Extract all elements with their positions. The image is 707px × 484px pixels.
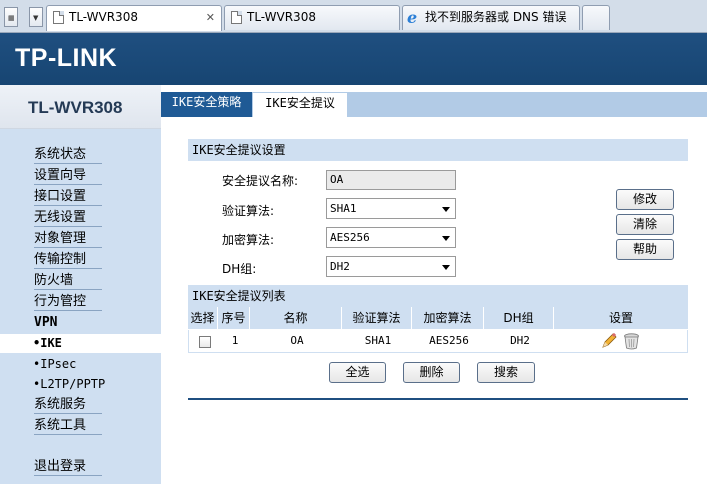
nav-item-interface[interactable]: 接口设置 — [34, 188, 102, 206]
nav-item-tools[interactable]: 系统工具 — [34, 417, 102, 435]
browser-tab-strip: ▦ ▼ TL-WVR308 ✕ TL-WVR308 e 找不到服务器或 DNS … — [0, 0, 707, 33]
delete-trash-icon[interactable] — [623, 332, 640, 350]
column-header-auth: 验证算法 — [342, 307, 412, 329]
ie-icon: e — [407, 8, 418, 27]
row-enc: AES256 — [429, 334, 469, 347]
column-header-enc: 加密算法 — [412, 307, 484, 329]
close-tab-icon[interactable]: ✕ — [206, 6, 215, 29]
nav-item-wireless[interactable]: 无线设置 — [34, 209, 102, 227]
tp-link-logo: TP-LINK — [15, 44, 118, 72]
tab-menu-chevron-icon[interactable]: ▼ — [29, 7, 43, 27]
nav-item-system-status[interactable]: 系统状态 — [34, 146, 102, 164]
tab-ike-policy[interactable]: IKE安全策略 — [161, 92, 252, 117]
nav-item-setup-wizard[interactable]: 设置向导 — [34, 167, 102, 185]
tab-list-button[interactable]: ▦ — [4, 7, 18, 27]
enc-algorithm-select[interactable]: AES256 — [326, 227, 456, 248]
dh-group-label: DH组: — [222, 262, 257, 276]
nav-sub-ike[interactable]: •IKE — [0, 334, 161, 353]
nav-item-objects[interactable]: 对象管理 — [34, 230, 102, 248]
row-index: 1 — [231, 334, 239, 347]
table-header: 选择 序号 名称 验证算法 加密算法 DH组 设置 — [188, 307, 688, 329]
column-header-settings: 设置 — [608, 311, 633, 325]
page-icon — [53, 11, 64, 24]
enc-algorithm-label: 加密算法: — [222, 233, 275, 247]
dropdown-arrow-icon — [442, 207, 450, 212]
row-name: OA — [290, 334, 304, 347]
browser-tab-title: 找不到服务器或 DNS 错误 — [425, 10, 567, 24]
delete-button[interactable]: 删除 — [403, 362, 460, 383]
header-bar: TP-LINK — [0, 33, 707, 85]
list-section-title: IKE安全提议列表 — [188, 285, 688, 307]
tab-ike-proposal[interactable]: IKE安全提议 — [253, 92, 347, 117]
column-header-index: 序号 — [218, 307, 250, 329]
page-icon — [231, 11, 242, 24]
auth-algorithm-value: SHA1 — [330, 202, 357, 215]
content-bottom-divider — [188, 398, 688, 400]
proposal-name-label: 安全提议名称: — [222, 174, 299, 188]
row-auth: SHA1 — [364, 334, 392, 347]
nav-item-firewall[interactable]: 防火墙 — [34, 272, 102, 290]
clear-button[interactable]: 清除 — [616, 214, 674, 235]
browser-tab-1[interactable]: TL-WVR308 ✕ — [46, 5, 222, 31]
column-header-dh: DH组 — [484, 307, 554, 329]
search-button[interactable]: 搜索 — [477, 362, 535, 383]
dropdown-arrow-icon — [442, 236, 450, 241]
table-row: 1 OA SHA1 AES256 DH2 — [188, 330, 688, 353]
new-tab-button[interactable] — [582, 5, 610, 30]
browser-tab-3[interactable]: e 找不到服务器或 DNS 错误 — [402, 5, 580, 30]
browser-tab-2[interactable]: TL-WVR308 — [224, 5, 400, 30]
select-all-button[interactable]: 全选 — [329, 362, 386, 383]
nav-sub-l2tp-pptp[interactable]: •L2TP/PPTP — [33, 375, 105, 393]
edit-icon[interactable] — [600, 332, 618, 350]
auth-algorithm-select[interactable]: SHA1 — [326, 198, 456, 219]
column-header-select: 选择 — [188, 307, 218, 329]
proposal-name-field[interactable]: OA — [326, 170, 456, 190]
column-header-name: 名称 — [250, 307, 342, 329]
help-button[interactable]: 帮助 — [616, 239, 674, 260]
content-tab-bar: IKE安全策略 IKE安全提议 — [161, 85, 707, 117]
settings-section-title: IKE安全提议设置 — [188, 139, 688, 161]
modify-button[interactable]: 修改 — [616, 189, 674, 210]
nav-item-behavior[interactable]: 行为管控 — [34, 293, 102, 311]
auth-algorithm-label: 验证算法: — [222, 204, 275, 218]
enc-algorithm-value: AES256 — [330, 231, 370, 244]
dropdown-arrow-icon — [442, 265, 450, 270]
browser-tab-title: TL-WVR308 — [69, 10, 138, 24]
device-model: TL-WVR308 — [0, 85, 161, 129]
row-dh: DH2 — [510, 334, 530, 347]
nav-item-services[interactable]: 系统服务 — [34, 396, 102, 414]
row-select-checkbox[interactable] — [199, 336, 211, 348]
browser-tab-title: TL-WVR308 — [247, 10, 316, 24]
dh-group-value: DH2 — [330, 260, 350, 273]
dh-group-select[interactable]: DH2 — [326, 256, 456, 277]
nav-sub-ipsec[interactable]: •IPsec — [33, 355, 76, 373]
nav-item-transmission[interactable]: 传输控制 — [34, 251, 102, 269]
nav-item-logout[interactable]: 退出登录 — [34, 458, 102, 476]
nav-item-vpn[interactable]: VPN — [34, 314, 102, 332]
